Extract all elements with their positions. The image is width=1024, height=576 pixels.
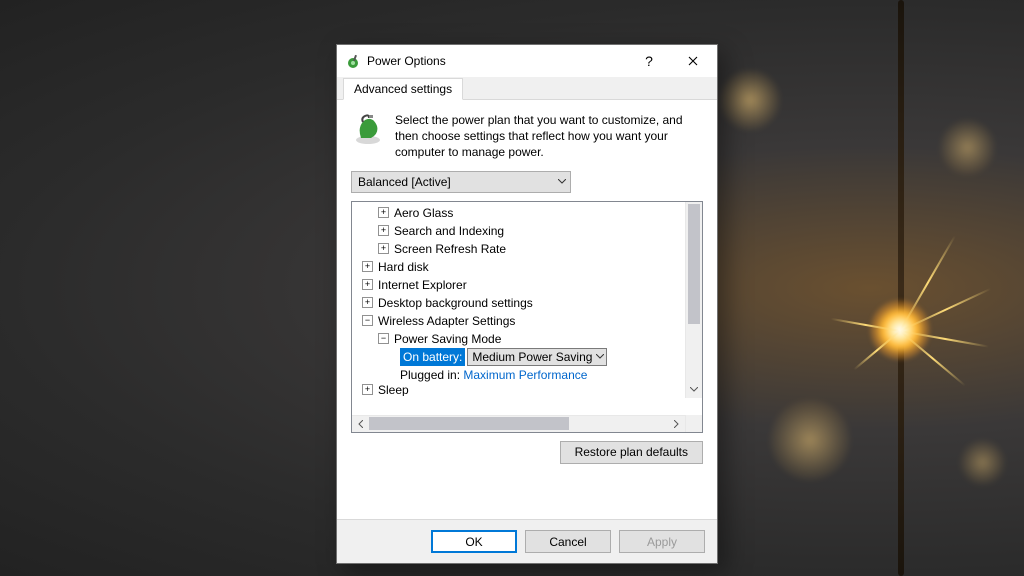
plugged-in-label: Plugged in: xyxy=(400,366,460,384)
expand-icon[interactable]: + xyxy=(362,384,373,395)
expand-icon[interactable]: + xyxy=(378,207,389,218)
tree-item-screen-refresh[interactable]: + Screen Refresh Rate xyxy=(352,240,702,258)
decor-stick xyxy=(898,0,904,576)
on-battery-label: On battery: xyxy=(400,348,465,366)
expand-icon[interactable]: + xyxy=(378,243,389,254)
power-plan-icon xyxy=(351,112,385,146)
on-battery-select[interactable]: Medium Power Saving xyxy=(467,348,607,366)
tree-label: Hard disk xyxy=(378,258,429,276)
tab-advanced-settings[interactable]: Advanced settings xyxy=(343,78,463,100)
dialog-title: Power Options xyxy=(367,54,446,68)
app-icon xyxy=(345,53,361,69)
tree-item-on-battery[interactable]: On battery: Medium Power Saving xyxy=(352,348,702,366)
decor-bokeh xyxy=(960,440,1005,485)
tree-item-search-indexing[interactable]: + Search and Indexing xyxy=(352,222,702,240)
tree-label: Aero Glass xyxy=(394,204,453,222)
tab-panel: Select the power plan that you want to c… xyxy=(337,100,717,519)
expand-icon[interactable]: + xyxy=(362,279,373,290)
expand-icon[interactable]: + xyxy=(362,261,373,272)
tree-item-aero-glass[interactable]: + Aero Glass xyxy=(352,204,702,222)
tree-label: Desktop background settings xyxy=(378,294,533,312)
plugged-in-value-link[interactable]: Maximum Performance xyxy=(463,366,587,384)
vertical-scrollbar[interactable] xyxy=(685,202,702,398)
tree-label: Internet Explorer xyxy=(378,276,467,294)
tree-item-plugged-in[interactable]: Plugged in: Maximum Performance xyxy=(352,366,702,384)
ok-button[interactable]: OK xyxy=(431,530,517,553)
power-options-dialog: Power Options ? Advanced settings Select… xyxy=(336,44,718,564)
tree-item-wireless[interactable]: −Wireless Adapter Settings xyxy=(352,312,702,330)
close-icon xyxy=(688,56,698,66)
scroll-down-icon[interactable] xyxy=(686,381,702,398)
cancel-button[interactable]: Cancel xyxy=(525,530,611,553)
tree-item-internet-explorer[interactable]: + Internet Explorer xyxy=(352,276,702,294)
power-plan-select[interactable]: Balanced [Active] xyxy=(351,171,571,193)
apply-button[interactable]: Apply xyxy=(619,530,705,553)
tree-label: Wireless Adapter Settings xyxy=(378,312,515,330)
horizontal-scrollbar[interactable] xyxy=(352,415,702,432)
expand-icon[interactable]: + xyxy=(362,297,373,308)
collapse-icon[interactable]: − xyxy=(378,333,389,344)
tree-label: Screen Refresh Rate xyxy=(394,240,506,258)
expand-icon[interactable]: + xyxy=(378,225,389,236)
tree-label: Power Saving Mode xyxy=(394,330,501,348)
help-icon: ? xyxy=(645,53,653,69)
settings-tree[interactable]: + Aero Glass + Search and Indexing + Screen… xyxy=(352,202,702,415)
tree-label: Search and Indexing xyxy=(394,222,504,240)
titlebar[interactable]: Power Options ? xyxy=(337,45,717,77)
tree-item-desktop-bg[interactable]: + Desktop background settings xyxy=(352,294,702,312)
scrollbar-thumb[interactable] xyxy=(688,204,700,324)
collapse-icon[interactable]: − xyxy=(362,315,373,326)
scroll-corner xyxy=(685,415,702,432)
tree-item-hard-disk[interactable]: + Hard disk xyxy=(352,258,702,276)
on-battery-value: Medium Power Saving xyxy=(472,348,592,366)
tree-label: Sleep xyxy=(378,384,409,396)
decor-bokeh xyxy=(770,400,850,480)
tree-item-power-saving-mode[interactable]: −Power Saving Mode xyxy=(352,330,702,348)
chevron-down-icon xyxy=(558,179,566,184)
restore-defaults-button[interactable]: Restore plan defaults xyxy=(560,441,703,464)
tree-item-sleep[interactable]: + Sleep xyxy=(352,384,702,396)
scroll-right-icon[interactable] xyxy=(668,415,685,432)
decor-bokeh xyxy=(940,120,995,175)
intro-text: Select the power plan that you want to c… xyxy=(395,112,703,161)
help-button[interactable]: ? xyxy=(627,46,671,76)
intro-row: Select the power plan that you want to c… xyxy=(351,112,703,161)
scrollbar-thumb[interactable] xyxy=(369,417,569,430)
tab-strip: Advanced settings xyxy=(337,77,717,100)
decor-bokeh xyxy=(720,70,780,130)
scroll-left-icon[interactable] xyxy=(352,415,369,432)
power-plan-value: Balanced [Active] xyxy=(358,175,451,189)
close-button[interactable] xyxy=(671,46,715,76)
chevron-down-icon xyxy=(596,354,604,359)
desktop-background: Power Options ? Advanced settings Select… xyxy=(0,0,1024,576)
dialog-footer: OK Cancel Apply xyxy=(337,519,717,563)
settings-tree-container: + Aero Glass + Search and Indexing + Screen… xyxy=(351,201,703,433)
